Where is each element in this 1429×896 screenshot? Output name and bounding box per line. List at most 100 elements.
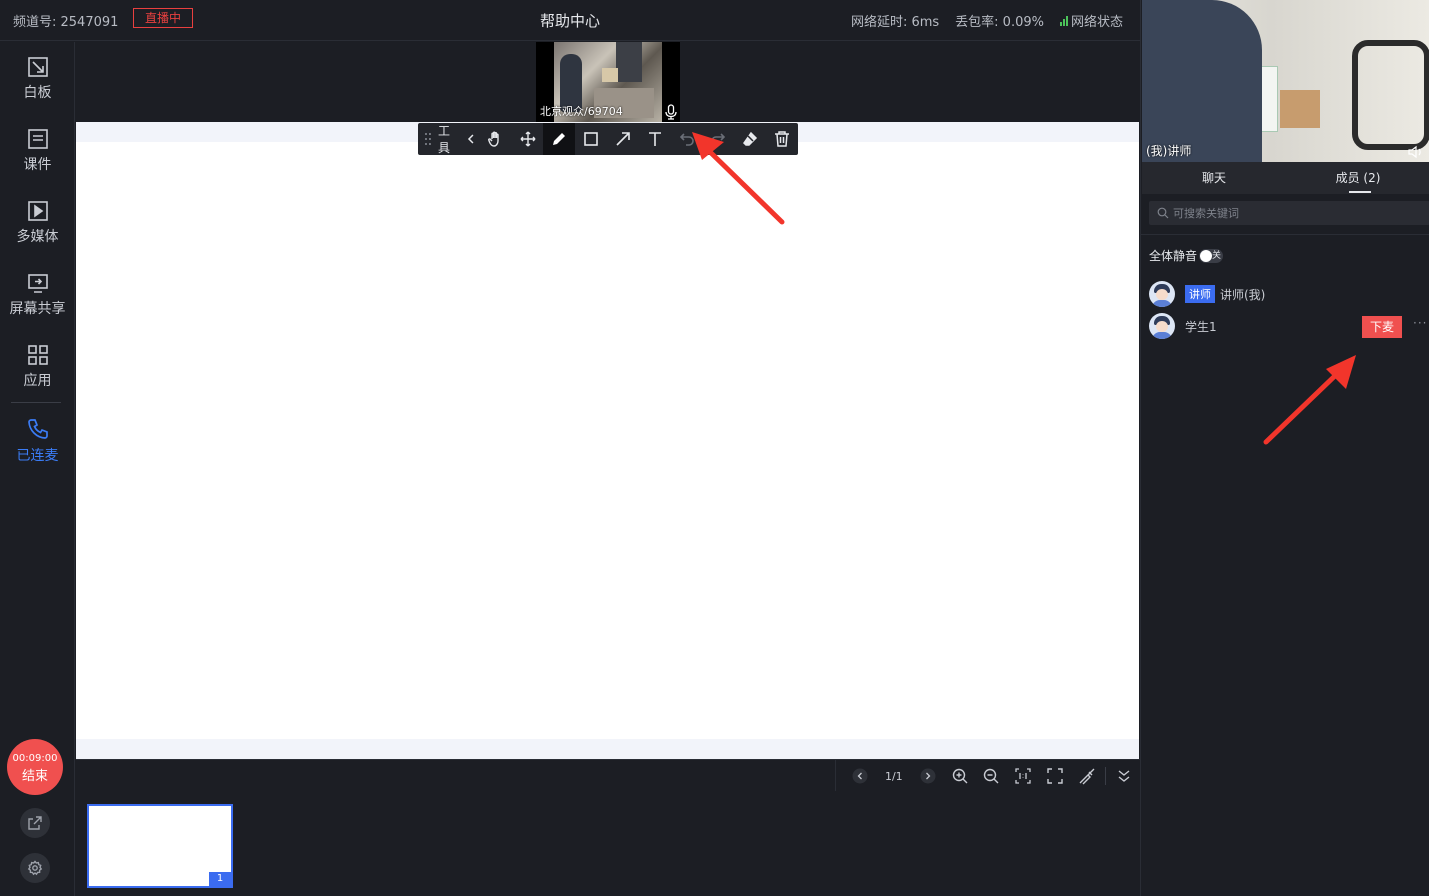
- microphone-icon[interactable]: [664, 104, 678, 120]
- sidebar-divider: [11, 402, 61, 403]
- network-stats: 网络延时: 6ms 丢包率: 0.09% 网络状态: [851, 11, 1123, 30]
- actual-size-icon: [1015, 768, 1032, 784]
- pen-slash-icon: [1079, 768, 1095, 785]
- tool-hand[interactable]: [480, 123, 512, 155]
- member-name: 学生1: [1185, 319, 1217, 334]
- mute-all-label: 全体静音: [1149, 249, 1198, 263]
- tool-move[interactable]: [512, 123, 544, 155]
- sidebar-item-courseware[interactable]: 课件: [0, 128, 75, 188]
- tool-redo[interactable]: [703, 123, 735, 155]
- move-icon: [520, 131, 535, 147]
- teacher-video-tile[interactable]: (我)讲师: [1142, 0, 1429, 162]
- screen-share-icon: [27, 274, 48, 293]
- zoom-out-icon: [984, 768, 999, 784]
- toolbar-label: 工具: [437, 124, 450, 155]
- network-status-label: 网络状态: [1070, 15, 1123, 30]
- latency-text: 网络延时: 6ms: [850, 15, 940, 30]
- avatar: [1149, 313, 1175, 339]
- external-link-icon: [28, 816, 42, 830]
- search-icon: [1157, 207, 1169, 219]
- packet-loss-text: 丢包率: 0.09%: [955, 15, 1044, 30]
- page-control-bar: 1/1: [76, 759, 1140, 792]
- redo-icon: [711, 133, 726, 146]
- tool-rectangle[interactable]: [575, 123, 607, 155]
- sidebar-item-label: 课件: [23, 157, 52, 173]
- apps-grid-icon: [27, 345, 48, 365]
- app-root: 频道号: 2547091 直播中 帮助中心 网络延时: 6ms 丢包率: 0.0…: [0, 0, 1429, 896]
- annotation-toggle-button[interactable]: [1071, 760, 1103, 792]
- fullscreen-button[interactable]: [1039, 760, 1071, 792]
- tool-text[interactable]: [639, 123, 671, 155]
- audience-video-strip: 北京观众/69704: [76, 42, 1140, 122]
- thumbnail-number: 1: [209, 872, 231, 886]
- search-input[interactable]: [1173, 206, 1413, 220]
- end-label: 结束: [21, 769, 48, 784]
- tool-eraser[interactable]: [734, 123, 766, 155]
- undo-icon: [679, 133, 694, 146]
- page-number: 1/1: [884, 769, 903, 783]
- sidebar-item-label: 多媒体: [16, 229, 59, 245]
- page-thumbnail[interactable]: 1: [87, 804, 233, 888]
- sidebar-item-label: 白板: [23, 85, 52, 101]
- network-status-button[interactable]: 网络状态: [1059, 11, 1123, 30]
- tool-pen[interactable]: [543, 123, 576, 155]
- gear-icon: [27, 860, 43, 876]
- media-play-icon: [27, 201, 48, 221]
- whiteboard-area: [76, 122, 1139, 759]
- collapse-thumbnails-button[interactable]: [1108, 760, 1140, 792]
- actual-size-button[interactable]: [1007, 760, 1039, 792]
- divider: [1141, 234, 1429, 235]
- sidebar-item-connected-mic[interactable]: 已连麦: [0, 417, 75, 477]
- zoom-out-button[interactable]: [976, 760, 1008, 792]
- pen-icon: [553, 133, 566, 145]
- drawing-toolbar: 工具: [418, 123, 798, 155]
- thumbnail-strip: 1: [76, 791, 1140, 896]
- end-class-button[interactable]: 00:09:00 结束: [7, 739, 63, 795]
- whiteboard-icon: [27, 57, 48, 77]
- mute-all-row: 全体静音 关: [1149, 247, 1224, 264]
- member-row-student: 学生1 下麦 ···: [1149, 312, 1429, 340]
- next-page-button[interactable]: [912, 760, 944, 792]
- chevron-left-icon: [852, 768, 868, 784]
- rectangle-icon: [584, 132, 598, 146]
- tool-arrow[interactable]: [607, 123, 639, 155]
- hand-icon: [487, 131, 499, 147]
- drag-handle-icon[interactable]: [424, 132, 432, 146]
- member-name: 讲师(我): [1220, 287, 1266, 302]
- speaker-icon[interactable]: [1408, 145, 1424, 159]
- eraser-icon: [743, 131, 758, 146]
- elapsed-time: 00:09:00: [12, 753, 58, 764]
- text-icon: [648, 132, 661, 146]
- courseware-icon: [27, 129, 48, 149]
- tab-chat[interactable]: 聊天: [1142, 162, 1286, 194]
- zoom-in-icon: [952, 768, 968, 784]
- collapse-toolbar-icon[interactable]: [466, 133, 476, 145]
- sidebar-item-media[interactable]: 多媒体: [0, 200, 75, 260]
- whiteboard-canvas[interactable]: [76, 142, 1139, 739]
- sidebar-item-apps[interactable]: 应用: [0, 344, 75, 404]
- signal-icon: [1059, 15, 1068, 26]
- tool-clear[interactable]: [766, 123, 798, 155]
- remove-from-mic-button[interactable]: 下麦: [1362, 316, 1402, 338]
- tool-undo[interactable]: [671, 123, 703, 155]
- top-bar: 频道号: 2547091 直播中 帮助中心 网络延时: 6ms 丢包率: 0.0…: [0, 0, 1140, 41]
- sidebar-item-whiteboard[interactable]: 白板: [0, 56, 75, 116]
- audience-video-tile[interactable]: 北京观众/69704: [536, 42, 680, 122]
- zoom-in-button[interactable]: [944, 760, 976, 792]
- double-chevron-down-icon: [1118, 770, 1130, 782]
- page-controls: 1/1: [835, 760, 1140, 792]
- mute-all-toggle[interactable]: 关: [1199, 248, 1224, 263]
- external-link-button[interactable]: [20, 808, 50, 838]
- sidebar-item-screen-share[interactable]: 屏幕共享: [0, 272, 75, 332]
- phone-icon: [27, 419, 48, 439]
- prev-page-button[interactable]: [844, 760, 876, 792]
- settings-button[interactable]: [20, 853, 50, 883]
- channel-number: 频道号: 2547091: [13, 15, 119, 30]
- tab-members[interactable]: 成员 (2): [1286, 162, 1429, 194]
- sidebar-item-label: 应用: [23, 373, 52, 389]
- divider: [1105, 767, 1107, 785]
- audience-name: 北京观众/69704: [540, 105, 623, 118]
- more-options-icon[interactable]: ···: [1413, 316, 1427, 330]
- chevron-right-icon: [920, 768, 936, 784]
- left-sidebar: 白板 课件 多媒体 屏幕共享 应用 已连麦 00:09:00 结束: [0, 42, 75, 896]
